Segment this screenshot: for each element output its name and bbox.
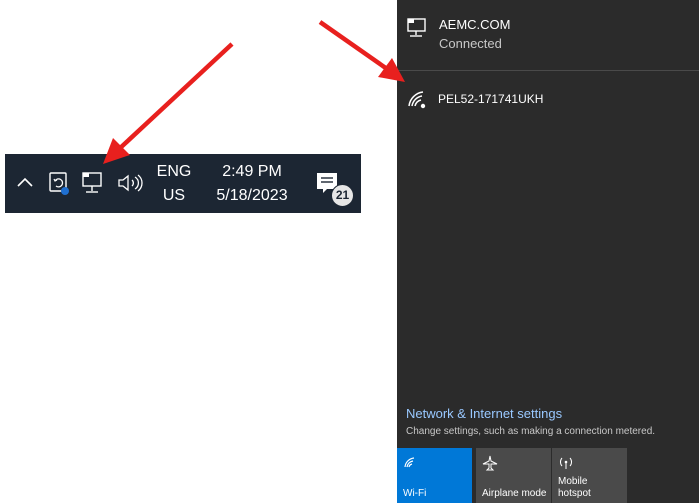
action-center-button[interactable]: 21 bbox=[313, 169, 354, 207]
wifi-network-name: PEL52-171741UKH bbox=[438, 92, 544, 106]
clock[interactable]: 2:49 PM 5/18/2023 bbox=[205, 160, 299, 208]
airplane-icon bbox=[482, 455, 498, 471]
volume-icon[interactable] bbox=[117, 173, 145, 193]
network-settings-description: Change settings, such as making a connec… bbox=[406, 426, 656, 437]
notification-count-badge: 21 bbox=[331, 184, 354, 207]
mobile-hotspot-tile[interactable]: Mobile hotspot bbox=[552, 448, 627, 503]
wifi-network-item[interactable]: PEL52-171741UKH bbox=[397, 79, 699, 119]
wifi-toggle-tile[interactable]: Wi-Fi bbox=[397, 448, 472, 503]
airplane-mode-tile[interactable]: Airplane mode bbox=[476, 448, 551, 503]
connection-item-aemc[interactable]: AEMC.COM Connected bbox=[397, 0, 699, 70]
hotspot-tile-label: Mobile hotspot bbox=[558, 476, 591, 499]
airplane-tile-label: Airplane mode bbox=[482, 488, 547, 499]
network-icon[interactable] bbox=[81, 171, 107, 195]
ethernet-icon bbox=[406, 17, 430, 39]
language-code: ENG bbox=[156, 163, 192, 180]
clock-date: 5/18/2023 bbox=[216, 187, 288, 204]
divider bbox=[397, 70, 699, 71]
wifi-icon bbox=[403, 455, 419, 471]
arrow-to-wifi-item bbox=[318, 20, 405, 82]
network-settings-link[interactable]: Network & Internet settings bbox=[406, 406, 562, 421]
screenshot-canvas: ENG US 2:49 PM 5/18/2023 21 AEMC.COM Con… bbox=[0, 0, 699, 503]
wifi-signal-icon bbox=[407, 90, 429, 110]
network-flyout: AEMC.COM Connected PEL52-171741UKH Netwo… bbox=[397, 0, 699, 503]
hotspot-icon bbox=[558, 455, 574, 471]
connection-status: Connected bbox=[439, 36, 502, 51]
clock-time: 2:49 PM bbox=[222, 163, 282, 180]
connection-name: AEMC.COM bbox=[439, 17, 511, 32]
wifi-tile-label: Wi-Fi bbox=[403, 488, 427, 499]
keyboard-region: US bbox=[162, 187, 186, 204]
taskbar-tray: ENG US 2:49 PM 5/18/2023 21 bbox=[5, 154, 361, 213]
language-indicator[interactable]: ENG US bbox=[155, 160, 193, 208]
chevron-up-icon[interactable] bbox=[16, 172, 34, 192]
sync-icon[interactable] bbox=[47, 170, 71, 196]
arrow-to-network-icon bbox=[103, 42, 234, 164]
